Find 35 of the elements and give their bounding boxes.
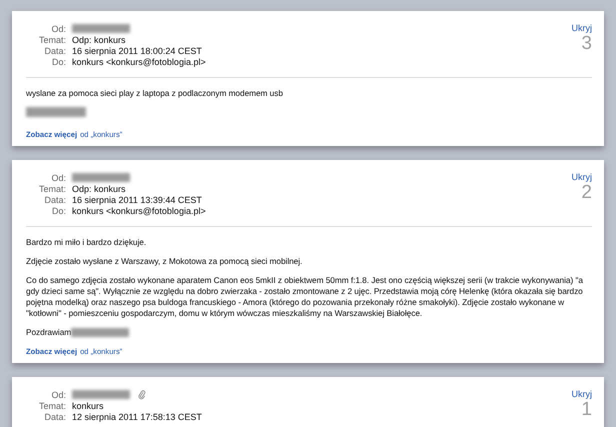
message-paragraph: Zdjęcie zostało wysłane z Warszawy, z Mokotowa za pomocą sieci mobilnej. (26, 256, 304, 267)
header-label: Od: (50, 172, 66, 182)
hide-link[interactable]: Ukryj (572, 172, 592, 182)
header-value: konkurs <konkurs@fotoblogia.pl> (72, 56, 206, 66)
header-label: Temat: (38, 400, 66, 410)
message-paragraph: Co do samego zdjęcia zostało wykonane aparatem Canon eos 5mkII z obiektwem 50mm f:1.8. Jest ono częścią większej serii (w trakcie wykonywania) "a gdy dzieci same są". Wyłącznie ze względu na dobro zwierzaka - zostało zmontowane z 2 ujęc. Przedstawia moją córę Helenkę (która okazała się bardzo pojętna modelką) oraz naszego psa buldoga francuskiego - Amora (którego do pozowania przekonały różne smakołyki). Zdjęcie zostało wykonane w "kotłowni" - pomieszceniu gospodarczym, domu w którym wówczas mieszkaliśmy na Warszawskiej Białołęce. (26, 275, 584, 319)
header-value: 16 sierpnia 2011 18:00:24 CEST (72, 46, 202, 56)
header-value: Odp: konkurs (72, 34, 126, 44)
header-label: Do: (50, 206, 66, 216)
hide-link[interactable]: Ukryj (572, 389, 592, 399)
header-label: Temat: (38, 34, 66, 44)
header-label: Temat: (38, 184, 66, 194)
greeting-text: Pozdrawiam (26, 327, 72, 338)
blurred-redaction (71, 328, 130, 337)
message-number: 2 (581, 182, 592, 204)
header-label: Data: (43, 194, 66, 204)
header-value: Odp: konkurs (72, 184, 126, 194)
header-value: konkurs <konkurs@fotoblogia.pl> (72, 206, 206, 216)
message-paragraph: Bardzo mi miło i bardzo dziękuje. (26, 237, 148, 248)
blurred-redaction (72, 24, 130, 33)
blurred-redaction (72, 173, 130, 182)
message-paragraph: wyslane za pomoca sieci play z laptopa z podlaczonym modemem usb (26, 88, 284, 99)
blurred-redaction (72, 390, 130, 399)
hide-link[interactable]: Ukryj (572, 23, 592, 33)
header-label: Od: (50, 390, 66, 400)
header-label: Do: (50, 56, 66, 66)
header-value: 16 sierpnia 2011 13:39:44 CEST (72, 194, 202, 204)
header-label: Od: (50, 24, 66, 34)
header-label: Data: (43, 412, 66, 422)
header-label: Data: (43, 46, 66, 56)
message-number: 3 (581, 33, 592, 55)
header-value: konkurs (72, 400, 104, 410)
message-number: 1 (581, 399, 592, 421)
blurred-redaction (26, 107, 86, 117)
header-value: 12 sierpnia 2011 17:58:13 CEST (72, 412, 202, 422)
